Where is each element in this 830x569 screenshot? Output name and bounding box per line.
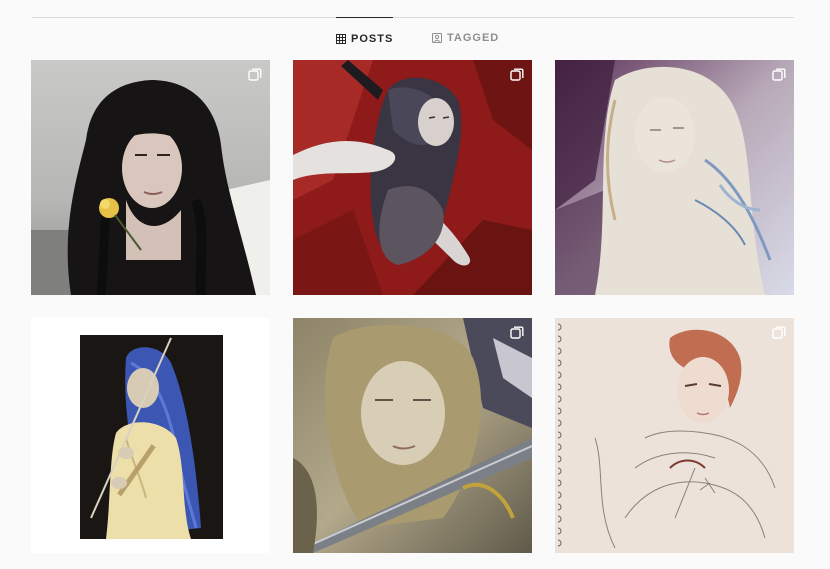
grid-icon [336,33,346,44]
post-thumbnail[interactable] [293,60,532,295]
multiple-images-icon [510,68,524,82]
post-image-girl-with-sword [293,318,532,553]
tab-posts[interactable]: POSTS [336,17,394,59]
post-thumbnail[interactable] [31,60,270,295]
profile-tabs: POSTS TAGGED [0,17,830,59]
post-image-blue-haired-girl [31,318,270,553]
post-thumbnail[interactable] [31,318,270,553]
post-image-girl-on-red [293,60,532,295]
post-image-sketch-red-hair [555,318,794,553]
post-image-pale-girl [555,60,794,295]
multiple-images-icon [248,68,262,82]
multiple-images-icon [510,326,524,340]
post-thumbnail[interactable] [555,318,794,553]
tab-tagged[interactable]: TAGGED [432,17,499,59]
profile-posts-page: POSTS TAGGED [0,0,830,569]
tab-posts-label: POSTS [351,32,394,45]
post-image-woman-dark-hair [31,60,270,295]
multiple-images-icon [772,68,786,82]
multiple-images-icon [772,326,786,340]
tab-tagged-label: TAGGED [447,32,500,44]
tagged-icon [432,33,442,43]
post-thumbnail[interactable] [555,60,794,295]
post-thumbnail[interactable] [293,318,532,553]
